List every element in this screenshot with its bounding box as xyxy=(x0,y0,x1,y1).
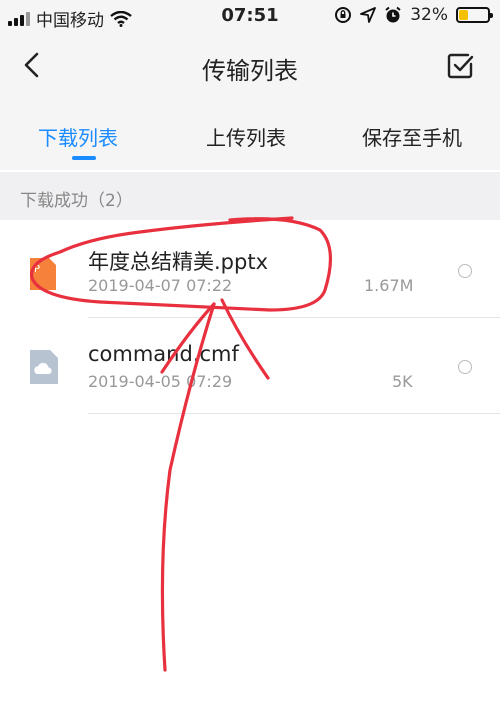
file-date: 2019-04-07 07:22 xyxy=(88,276,233,295)
file-size: 1.67M xyxy=(364,276,414,295)
status-right: 32% xyxy=(334,5,493,25)
file-size: 5K xyxy=(392,372,413,391)
battery-percent: 32% xyxy=(410,5,448,25)
cloud-file-icon xyxy=(30,350,58,384)
tab-save-to-phone[interactable]: 保存至手机 xyxy=(362,122,462,151)
ppt-file-icon: P xyxy=(30,258,56,290)
tab-upload-list[interactable]: 上传列表 xyxy=(206,122,286,151)
battery-icon xyxy=(456,7,493,23)
list-item[interactable]: P 年度总结精美.pptx 2019-04-07 07:22 1.67M xyxy=(0,222,500,318)
select-radio[interactable] xyxy=(458,264,472,278)
status-bar: 中国移动 07:51 32% xyxy=(0,0,500,34)
active-tab-indicator xyxy=(72,156,96,160)
alarm-icon xyxy=(385,6,401,23)
svg-text:P: P xyxy=(34,264,40,275)
section-title: 下载成功（2） xyxy=(20,191,133,211)
file-name: command.cmf xyxy=(88,342,239,366)
file-name: 年度总结精美.pptx xyxy=(88,250,268,274)
row-divider xyxy=(88,413,500,414)
list-item[interactable]: command.cmf 2019-04-05 07:29 5K xyxy=(0,318,500,414)
rotation-lock-icon xyxy=(335,7,352,23)
nav-bar: 传输列表 xyxy=(0,34,500,98)
page-title: 传输列表 xyxy=(202,57,298,85)
check-square-icon[interactable] xyxy=(446,52,474,80)
battery-fill xyxy=(459,10,468,20)
file-date: 2019-04-05 07:29 xyxy=(88,372,233,391)
location-icon xyxy=(360,7,377,23)
tab-download-list[interactable]: 下载列表 xyxy=(38,122,118,151)
select-radio[interactable] xyxy=(458,360,472,374)
section-header: 下载成功（2） xyxy=(0,172,500,220)
